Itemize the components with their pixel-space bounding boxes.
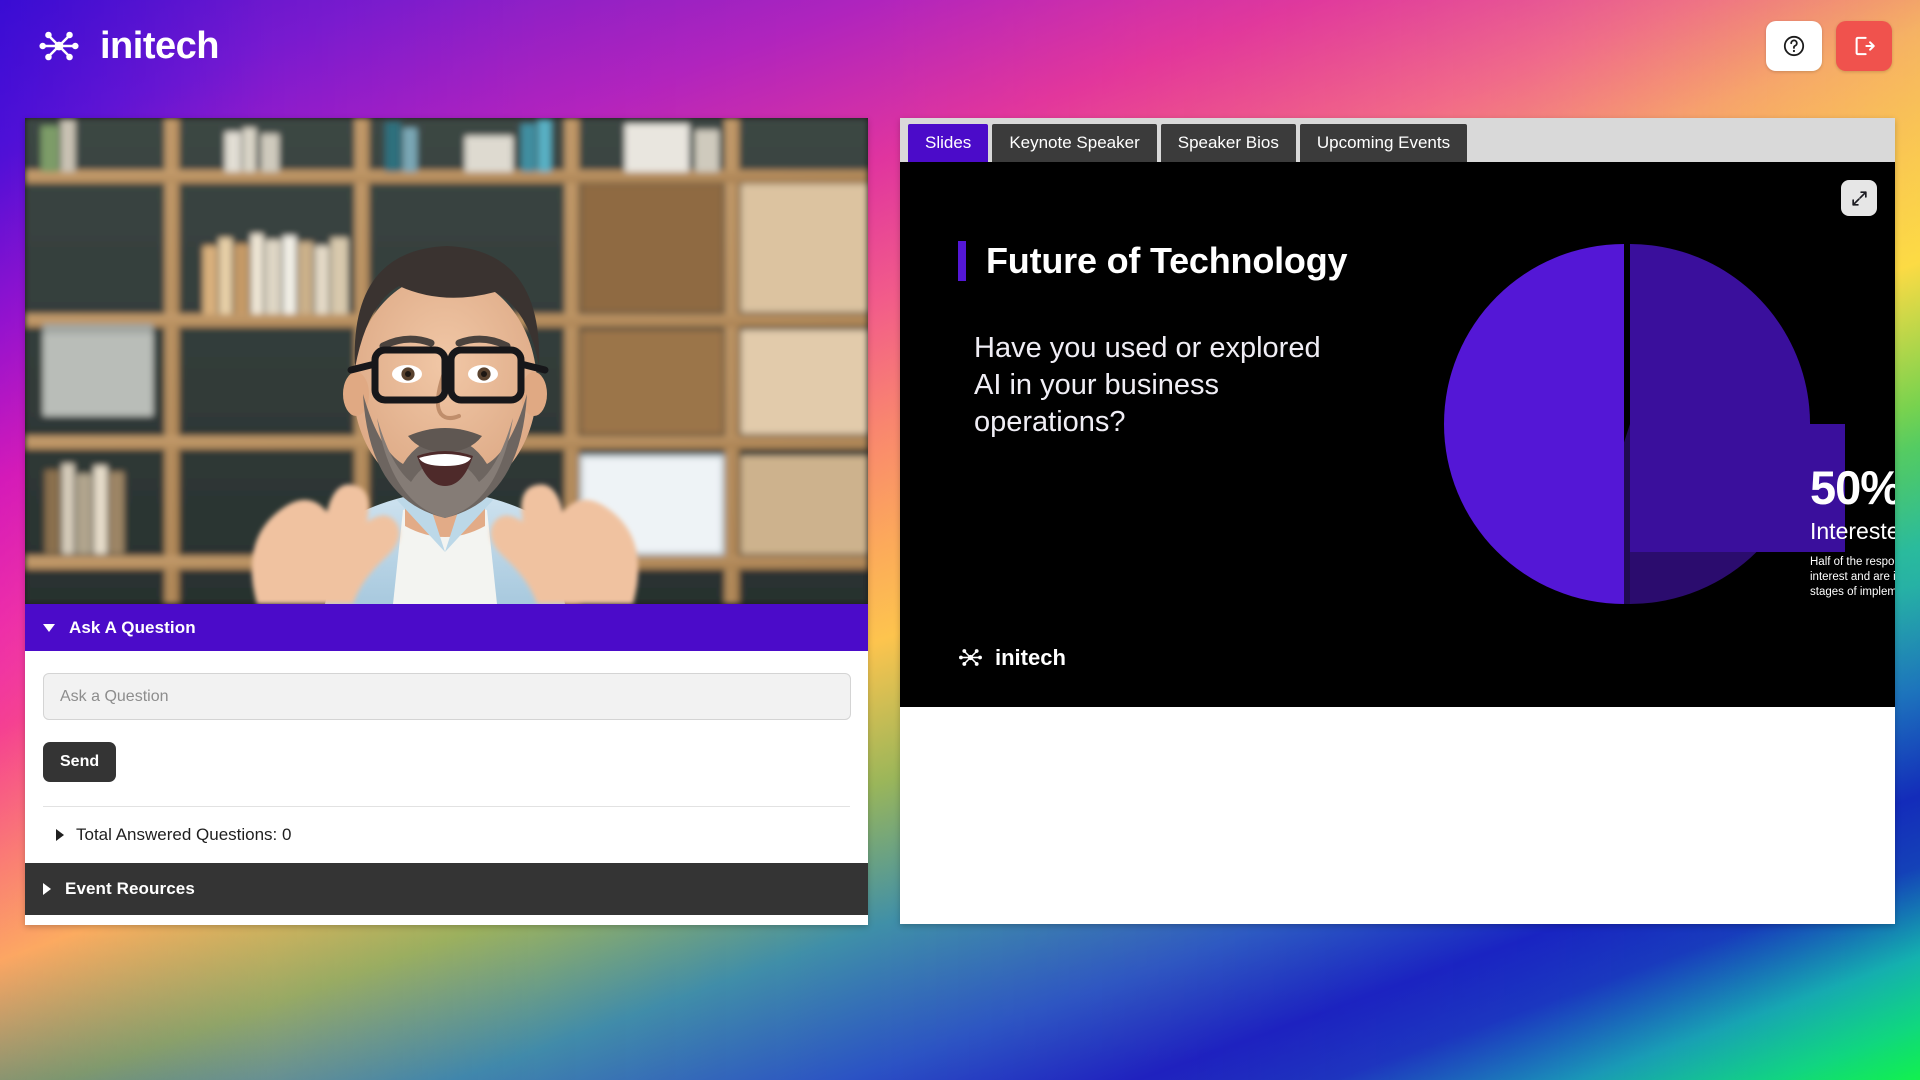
pie-chart: 50% Interested Half of the respondents i… xyxy=(1380,174,1895,674)
network-nodes-icon xyxy=(39,31,79,61)
ask-a-question-header[interactable]: Ask A Question xyxy=(25,604,868,651)
pie-name-interested: Interested xyxy=(1810,518,1895,544)
slide-viewer: Future of Technology Have you used or ex… xyxy=(900,162,1895,707)
logout-button[interactable] xyxy=(1836,21,1892,71)
brand-name: initech xyxy=(100,24,219,67)
right-panel: Slides Keynote Speaker Speaker Bios Upco… xyxy=(900,118,1895,924)
pie-desc-interested: Half of the respondents indicated intere… xyxy=(1810,556,1895,599)
tab-speaker-bios[interactable]: Speaker Bios xyxy=(1160,124,1296,162)
question-circle-icon xyxy=(1783,35,1805,57)
send-button[interactable]: Send xyxy=(43,742,117,782)
total-answered-questions-row[interactable]: Total Answered Questions: 0 xyxy=(43,807,850,863)
network-nodes-icon xyxy=(959,649,982,666)
total-answered-questions-label: Total Answered Questions: 0 xyxy=(76,825,292,844)
fullscreen-button[interactable] xyxy=(1841,180,1877,216)
logout-arrow-icon xyxy=(1855,36,1875,56)
pie-chart-svg xyxy=(1444,244,1845,604)
video-frame xyxy=(25,118,868,604)
expand-arrows-icon xyxy=(1851,190,1867,206)
pie-label-interested: 50% Interested Half of the respondents i… xyxy=(1810,464,1895,601)
help-button[interactable] xyxy=(1766,21,1822,71)
slide-brand-name: initech xyxy=(995,644,1066,670)
triangle-right-icon xyxy=(43,883,51,895)
slide-title: Future of Technology xyxy=(986,240,1348,281)
ask-a-question-body: Send Total Answered Questions: 0 xyxy=(25,651,868,863)
slide-question: Have you used or explored AI in your bus… xyxy=(974,332,1321,438)
tab-strip: Slides Keynote Speaker Speaker Bios Upco… xyxy=(900,118,1895,162)
ask-a-question-label: Ask A Question xyxy=(69,617,196,637)
slide-content-area xyxy=(900,707,1895,924)
triangle-down-icon xyxy=(43,623,55,632)
tab-upcoming-events[interactable]: Upcoming Events xyxy=(1299,124,1468,162)
tab-keynote-speaker[interactable]: Keynote Speaker xyxy=(992,124,1157,162)
top-bar-actions xyxy=(1766,21,1892,71)
slide-brand-logo: initech xyxy=(957,644,1066,671)
triangle-right-icon xyxy=(56,829,64,841)
top-bar: initech xyxy=(0,0,1920,92)
slide-title-group: Future of Technology xyxy=(958,240,1348,282)
event-resources-section: Event Reources xyxy=(25,863,868,915)
ask-question-input[interactable] xyxy=(43,673,851,720)
event-resources-label: Event Reources xyxy=(65,879,195,898)
ask-a-question-section: Ask A Question Send Total Answered Quest… xyxy=(25,604,868,863)
pie-slice-interested xyxy=(1444,244,1624,604)
title-accent-bar xyxy=(958,241,966,281)
video-player[interactable] xyxy=(25,118,868,604)
brand-logo: initech xyxy=(36,23,219,69)
left-panel-footer xyxy=(25,915,868,925)
event-resources-header[interactable]: Event Reources xyxy=(25,863,868,915)
left-panel: Ask A Question Send Total Answered Quest… xyxy=(25,118,868,925)
tab-slides[interactable]: Slides xyxy=(908,124,989,162)
pie-value-interested: 50% xyxy=(1810,461,1895,514)
